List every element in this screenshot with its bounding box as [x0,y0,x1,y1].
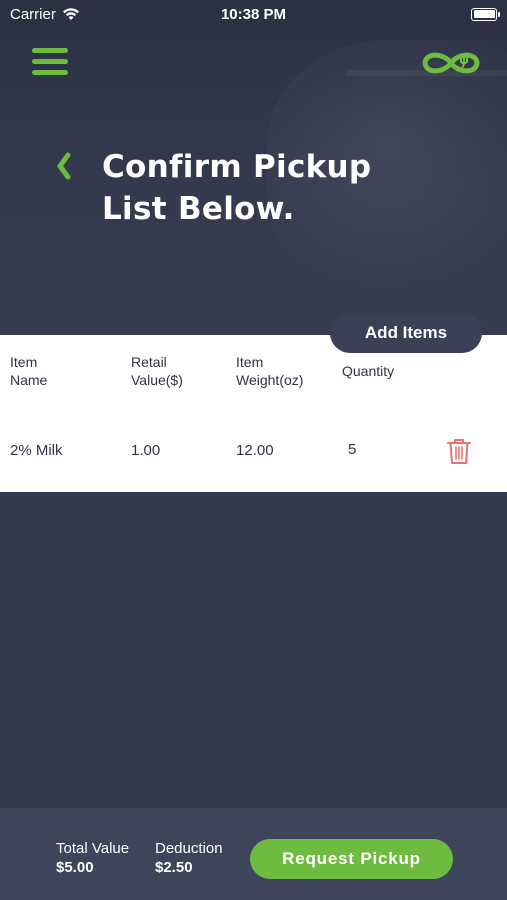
deduction-label: Deduction [155,840,223,857]
status-bar: Carrier 10:38 PM [0,0,507,28]
request-pickup-button[interactable]: Request Pickup [250,839,453,879]
row-quantity[interactable]: 5 [348,441,356,458]
carrier-label: Carrier [10,5,56,23]
status-left: Carrier [10,6,80,23]
row-retail-value: 1.00 [131,442,161,459]
battery-icon [471,7,500,21]
header-item-weight: Item Weight(oz) [236,354,304,388]
page-title: Confirm Pickup List Below. [102,149,372,227]
row-item-weight: 12.00 [236,442,274,459]
total-value-amount: $5.00 [56,859,94,876]
hamburger-icon[interactable] [32,48,68,78]
deduction-amount: $2.50 [155,859,193,876]
header-quantity: Quantity [342,363,395,379]
infinity-fork-logo-icon [422,52,480,74]
header-item-name: Item Name [10,354,48,388]
trash-icon[interactable] [446,437,472,465]
chevron-left-icon[interactable] [54,152,76,180]
total-value-label: Total Value [56,840,130,857]
header-retail-value: Retail Value($) [131,354,183,388]
wifi-icon [62,8,79,20]
row-item-name: 2% Milk [10,442,63,459]
add-items-button[interactable]: Add Items [330,313,482,353]
